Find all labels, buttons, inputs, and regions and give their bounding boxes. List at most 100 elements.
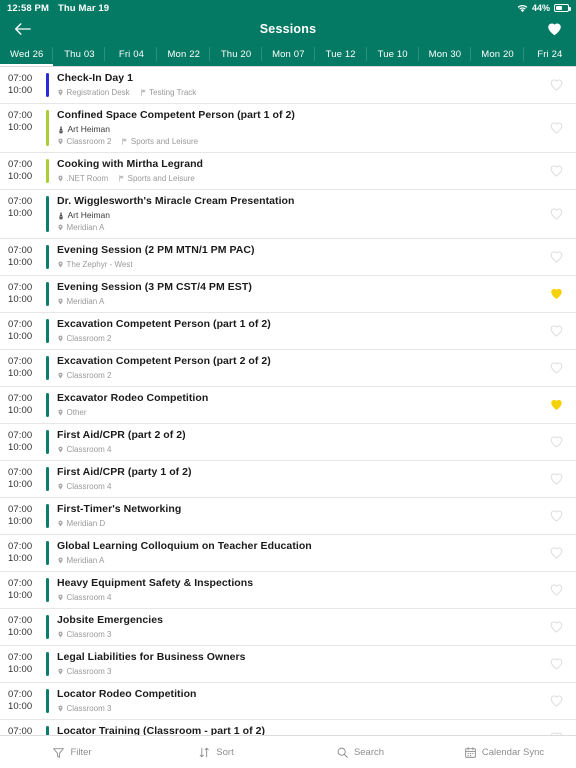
- toolbar-sort-button[interactable]: Sort: [144, 746, 288, 759]
- day-tab-tue-10[interactable]: Tue 10: [367, 42, 419, 66]
- session-row[interactable]: 07:00 10:00 Excavator Rodeo Competition Oth…: [0, 387, 576, 424]
- day-tab-thu-03[interactable]: Thu 03: [53, 42, 106, 66]
- session-details: Confined Space Competent Person (part 1 …: [49, 109, 536, 147]
- heart-outline-icon: [549, 78, 564, 92]
- session-presenter-row: Art Heiman: [57, 124, 530, 135]
- session-start-time: 07:00: [8, 430, 33, 441]
- heart-filled-icon: [549, 398, 564, 412]
- session-start-time: 07:00: [8, 393, 33, 404]
- session-meta-row: Classroom 3: [57, 666, 530, 677]
- toolbar-label: Search: [353, 746, 385, 758]
- session-row[interactable]: 07:00 10:00 First Aid/CPR (party 1 of 2) Cl…: [0, 461, 576, 498]
- day-tab-wed-26[interactable]: Wed 26: [0, 42, 54, 66]
- day-tabs-bar[interactable]: Wed 26 Thu 03 Fri 04 Mon 22 Thu 20 Mon 07 Tue …: [0, 42, 576, 66]
- session-favorite-button[interactable]: [536, 158, 576, 184]
- session-start-time: 07:00: [8, 319, 33, 330]
- session-favorite-button[interactable]: [536, 540, 576, 566]
- heart-outline-icon: [549, 620, 564, 634]
- session-title: First Aid/CPR (part 2 of 2): [57, 429, 186, 441]
- day-tab-mon-20[interactable]: Mon 20: [471, 42, 524, 66]
- session-favorite-button[interactable]: [536, 318, 576, 344]
- session-row[interactable]: 07:00 10:00 Evening Session (3 PM CST/4 PM…: [0, 276, 576, 313]
- session-row[interactable]: 07:00 10:00 Heavy Equipment Safety & Inspe…: [0, 572, 576, 609]
- session-row[interactable]: 07:00 10:00 Cooking with Mirtha Legrand .NE…: [0, 153, 576, 190]
- session-title: First Aid/CPR (party 1 of 2): [57, 466, 192, 478]
- session-row[interactable]: 07:00 10:00 Locator Rodeo Competition Class…: [0, 683, 576, 720]
- session-track: Sports and Leisure: [130, 137, 199, 146]
- toolbar-calendar-sync-button[interactable]: Calendar Sync: [432, 746, 576, 759]
- session-meta-row: Classroom 2: [57, 370, 530, 381]
- session-start-time: 07:00: [8, 159, 33, 170]
- session-favorite-button[interactable]: [536, 244, 576, 270]
- session-location: Classroom 2: [66, 334, 112, 343]
- session-favorite-button[interactable]: [536, 355, 576, 381]
- day-tab-thu-20[interactable]: Thu 20: [210, 42, 263, 66]
- session-row[interactable]: 07:00 10:00 Check-In Day 1 Registration Des…: [0, 67, 576, 104]
- day-tab-tue-12[interactable]: Tue 12: [315, 42, 367, 66]
- heart-outline-icon: [549, 164, 564, 178]
- status-bar: 12:58 PM Thu Mar 19 44%: [0, 0, 576, 16]
- day-tab-fri-04[interactable]: Fri 04: [105, 42, 158, 66]
- session-location: Meridian D: [66, 519, 106, 528]
- session-row[interactable]: 07:00 10:00 Excavation Competent Person (p…: [0, 350, 576, 387]
- heart-outline-icon: [549, 694, 564, 708]
- session-favorite-button[interactable]: [536, 651, 576, 677]
- pin-icon: [57, 261, 64, 268]
- session-favorite-button[interactable]: [536, 688, 576, 714]
- session-row[interactable]: 07:00 10:00 Global Learning Colloquium on …: [0, 535, 576, 572]
- session-favorite-button[interactable]: [536, 614, 576, 640]
- session-favorite-button[interactable]: [536, 503, 576, 529]
- filter-icon: [52, 746, 65, 759]
- bottom-toolbar[interactable]: Filter Sort Search Calendar Sync: [0, 735, 576, 768]
- session-row[interactable]: 07:00 10:00 Legal Liabilities for Business…: [0, 646, 576, 683]
- session-row[interactable]: 07:0010:00 Locator Training (Classroom - …: [0, 720, 576, 735]
- session-favorite-button-active[interactable]: [536, 392, 576, 418]
- session-time: 07:0010:00: [0, 72, 46, 98]
- heart-outline-icon: [549, 121, 564, 135]
- session-row[interactable]: 07:00 10:00 Dr. Wigglesworth's Miracle Cre…: [0, 190, 576, 239]
- session-title: Legal Liabilities for Business Owners: [57, 651, 246, 663]
- session-favorite-button[interactable]: [536, 725, 576, 735]
- back-button[interactable]: [0, 22, 44, 36]
- session-list[interactable]: 07:00 10:00 Check-In Day 1 Registration Des…: [0, 66, 576, 735]
- session-row[interactable]: 07:00 10:00 Excavation Competent Person (p…: [0, 313, 576, 350]
- session-row[interactable]: 07:00 10:00 Evening Session (2 PM MTN/1 PM…: [0, 239, 576, 276]
- day-tab-mon-30[interactable]: Mon 30: [419, 42, 472, 66]
- heart-outline-icon: [549, 583, 564, 597]
- session-title: Dr. Wigglesworth's Miracle Cream Present…: [57, 195, 295, 207]
- pin-icon: [57, 483, 64, 490]
- favorites-filter-button[interactable]: [532, 22, 576, 36]
- toolbar-filter-button[interactable]: Filter: [0, 746, 144, 759]
- session-favorite-button[interactable]: [536, 72, 576, 98]
- day-tab-mon-07[interactable]: Mon 07: [262, 42, 315, 66]
- session-presenter-name: Art Heiman: [67, 124, 111, 134]
- session-location: Classroom 3: [66, 704, 112, 713]
- session-favorite-button-active[interactable]: [536, 281, 576, 307]
- session-location: Registration Desk: [66, 88, 130, 97]
- session-favorite-button[interactable]: [536, 109, 576, 147]
- heart-outline-icon: [549, 435, 564, 449]
- day-tab-mon-22[interactable]: Mon 22: [157, 42, 211, 66]
- session-details: Evening Session (3 PM CST/4 PM EST) Merid…: [49, 281, 536, 307]
- session-row[interactable]: 07:00 10:00 First-Timer's Networking Meridi…: [0, 498, 576, 535]
- session-row[interactable]: 07:00 10:00 Confined Space Competent Perso…: [0, 104, 576, 153]
- session-row[interactable]: 07:00 10:00 Jobsite Emergencies Classroom 3: [0, 609, 576, 646]
- session-location: Classroom 3: [66, 630, 112, 639]
- session-favorite-button[interactable]: [536, 195, 576, 233]
- battery-percent-label: 44%: [531, 3, 550, 13]
- session-end-time: 10:00: [8, 331, 33, 342]
- session-details: Excavation Competent Person (part 1 of 2…: [49, 318, 536, 344]
- heart-outline-icon: [549, 324, 564, 338]
- heart-outline-icon: [549, 250, 564, 264]
- session-time: 07:0010:00: [0, 466, 46, 492]
- session-meta-row: Classroom 4: [57, 481, 530, 492]
- session-favorite-button[interactable]: [536, 429, 576, 455]
- session-favorite-button[interactable]: [536, 577, 576, 603]
- day-tab-fri-24[interactable]: Fri 24: [524, 42, 576, 66]
- session-favorite-button[interactable]: [536, 466, 576, 492]
- session-meta-row: Classroom 3: [57, 629, 530, 640]
- track-icon: [121, 138, 128, 145]
- toolbar-search-button[interactable]: Search: [288, 746, 432, 759]
- session-start-time: 07:00: [8, 196, 33, 207]
- session-row[interactable]: 07:00 10:00 First Aid/CPR (part 2 of 2) Cla…: [0, 424, 576, 461]
